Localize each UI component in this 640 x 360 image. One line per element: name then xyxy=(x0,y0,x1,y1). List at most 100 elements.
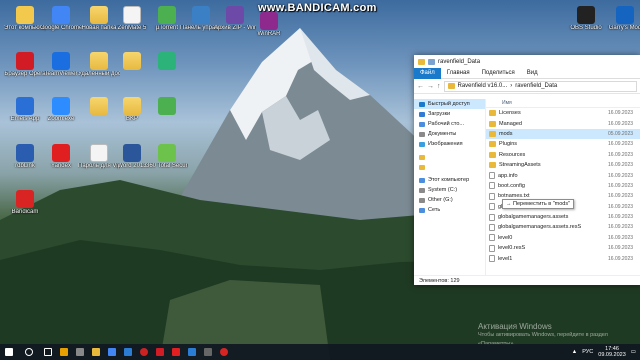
file-row[interactable]: app.info 16.09.2023 xyxy=(486,170,640,180)
app-2-icon[interactable] xyxy=(72,344,88,360)
file-name-cell: level0.resS xyxy=(486,244,608,252)
tab-home[interactable]: Главная xyxy=(441,70,476,76)
search-icon[interactable] xyxy=(18,344,40,360)
breadcrumb-item[interactable]: ravenfield_Data xyxy=(515,83,557,89)
file-name: globalgamemanagers.assets.resS xyxy=(498,224,582,231)
file-date: 16.09.2023 xyxy=(608,162,634,169)
desktop-icon[interactable]: Bandicam xyxy=(4,188,46,230)
file-row[interactable]: boot.config 16.09.2023 xyxy=(486,181,640,191)
file-row[interactable]: mods 05.09.2023 xyxy=(486,128,640,140)
task-view-icon[interactable] xyxy=(40,344,56,360)
sidebar-item[interactable]: System (C:) xyxy=(414,185,485,195)
column-name-header[interactable]: Имя xyxy=(486,100,512,106)
forward-arrow-icon[interactable]: → xyxy=(427,83,434,90)
sidebar-item[interactable]: Загрузки xyxy=(414,109,485,119)
sidebar-item[interactable]: Other (G:) xyxy=(414,195,485,205)
desktop-icon[interactable]: Zoom.exe xyxy=(40,95,82,137)
breadcrumb-item[interactable]: Ravenfield v16.0... xyxy=(458,83,508,89)
file-icon xyxy=(489,182,495,190)
sidebar-item-icon xyxy=(419,207,425,213)
tab-share[interactable]: Поделиться xyxy=(476,70,521,76)
mail-icon[interactable] xyxy=(184,344,200,360)
explorer-window[interactable]: ravenfield_Data Файл Главная Поделиться … xyxy=(414,55,640,285)
sidebar-item[interactable]: Сеть xyxy=(414,205,485,215)
list-header: Имя xyxy=(486,99,640,108)
desktop-icon[interactable] xyxy=(146,50,188,92)
yandex-icon[interactable] xyxy=(168,344,184,360)
up-arrow-icon[interactable]: ↑ xyxy=(437,83,441,90)
tab-file[interactable]: Файл xyxy=(414,67,441,79)
chrome-icon[interactable] xyxy=(104,344,120,360)
notifications-icon[interactable]: ▭ xyxy=(631,349,636,355)
bandicam-icon[interactable] xyxy=(216,344,232,360)
taskbar-glyph xyxy=(92,348,100,356)
file-date: 16.09.2023 xyxy=(608,182,634,189)
app-1-icon[interactable] xyxy=(56,344,72,360)
desktop-icon[interactable]: Google Chrome xyxy=(40,4,82,46)
file-row[interactable]: StreamingAssets 16.09.2023 xyxy=(486,160,640,170)
file-row[interactable]: Resources 16.09.2023 xyxy=(486,150,640,160)
file-icon xyxy=(489,223,495,231)
sidebar-item[interactable]: Этот компьютер xyxy=(414,175,485,185)
file-icon xyxy=(489,213,495,221)
sidebar-item-icon xyxy=(419,121,425,127)
breadcrumb[interactable]: Ravenfield v16.0... › ravenfield_Data xyxy=(443,80,637,92)
sidebar-item[interactable]: Документы xyxy=(414,129,485,139)
file-name: boot.config xyxy=(498,182,525,189)
tab-view[interactable]: Вид xyxy=(521,70,544,76)
sidebar-item[interactable]: Изображения xyxy=(414,139,485,149)
app-4-icon[interactable] xyxy=(152,344,168,360)
file-row[interactable]: globalgamemanagers.assets 16.09.2023 xyxy=(486,212,640,222)
file-list[interactable]: Имя Licenses 16.09.2023 Managed 16.09.2023 m… xyxy=(486,99,640,275)
file-row[interactable]: level0.resS 16.09.2023 xyxy=(486,243,640,253)
back-arrow-icon[interactable]: ← xyxy=(417,83,424,90)
desktop-icon[interactable]: 360 Total Security xyxy=(146,142,188,184)
file-row[interactable]: Licenses 16.09.2023 xyxy=(486,108,640,118)
explorer-icon[interactable] xyxy=(88,344,104,360)
network-icon[interactable]: ▲ xyxy=(572,349,577,355)
file-row[interactable]: Plugins 16.09.2023 xyxy=(486,139,640,149)
app-icon xyxy=(577,6,595,24)
app-5-icon[interactable] xyxy=(200,344,216,360)
sidebar-item-label: Документы xyxy=(428,131,457,137)
clock[interactable]: 17:46 09.09.2023 xyxy=(598,346,626,358)
start-icon[interactable] xyxy=(0,344,18,360)
sidebar-item-label: System (C:) xyxy=(428,187,458,193)
taskbar-glyph xyxy=(188,348,196,356)
sidebar-item-icon xyxy=(419,101,425,107)
store-icon[interactable] xyxy=(120,344,136,360)
folder-icon xyxy=(489,120,496,127)
file-row[interactable]: globalgamemanagers.assets.resS 16.09.2023 xyxy=(486,222,640,232)
file-date: 16.09.2023 xyxy=(608,141,634,148)
clock-date: 09.09.2023 xyxy=(598,352,626,358)
app-icon xyxy=(90,52,108,70)
quick-access-icon[interactable] xyxy=(428,58,435,65)
file-name: app.info xyxy=(498,172,518,179)
sidebar-item[interactable]: Рабочий сто... xyxy=(414,119,485,129)
desktop-icon[interactable]: WinRAR xyxy=(248,10,290,52)
desktop-icon-label: WinRAR xyxy=(257,31,281,37)
app-icon xyxy=(16,52,34,70)
desktop-icon[interactable]: Garry's Mod xyxy=(604,4,640,46)
file-row[interactable]: level0 16.09.2023 xyxy=(486,233,640,243)
app-icon xyxy=(123,144,141,162)
explorer-titlebar[interactable]: ravenfield_Data xyxy=(414,55,640,68)
desktop-icon[interactable]: OBS Studio xyxy=(565,4,607,46)
file-icon xyxy=(489,192,495,200)
sidebar-item[interactable]: Быстрый доступ xyxy=(414,99,485,109)
desktop-icon[interactable]: Yandex xyxy=(40,142,82,184)
file-date: 16.09.2023 xyxy=(608,214,634,221)
app-3-icon[interactable] xyxy=(136,344,152,360)
language-indicator[interactable]: РУС xyxy=(582,349,593,355)
taskbar-glyph xyxy=(25,348,33,356)
sidebar-item[interactable] xyxy=(414,152,485,162)
sidebar-item-icon xyxy=(419,141,425,147)
file-row[interactable]: level1 16.09.2023 xyxy=(486,253,640,263)
desktop-icon[interactable] xyxy=(146,95,188,137)
desktop[interactable]: www.BANDICAM.com Этот компьютер Google Ch… xyxy=(0,0,640,360)
file-date: 16.09.2023 xyxy=(608,255,634,262)
desktop-icon[interactable]: TeamViewer xyxy=(40,50,82,92)
sidebar-item[interactable] xyxy=(414,162,485,172)
file-row[interactable]: Managed 16.09.2023 xyxy=(486,118,640,128)
file-icon xyxy=(489,203,495,211)
